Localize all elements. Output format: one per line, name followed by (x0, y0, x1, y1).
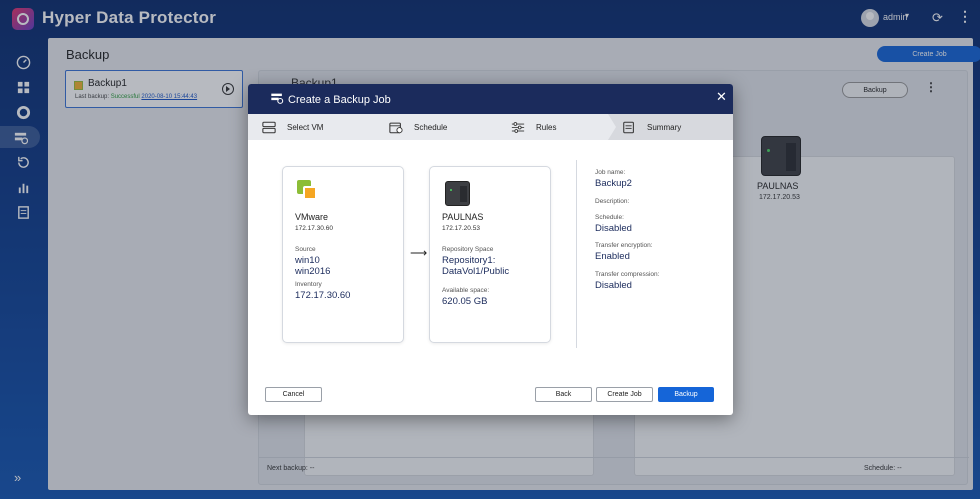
divider (576, 160, 577, 348)
server-icon (262, 121, 276, 133)
inventory-label: Inventory (295, 281, 322, 288)
vmware-icon (297, 180, 323, 206)
destination-ip: 172.17.20.53 (442, 225, 480, 232)
step-label: Rules (536, 122, 557, 132)
backup-icon (271, 93, 284, 104)
repository-value-2: DataVol1/Public (442, 266, 510, 277)
step-label: Schedule (414, 122, 448, 132)
nas-icon (445, 181, 470, 206)
compression-label: Transfer compression: (595, 271, 660, 278)
source-name: VMware (295, 212, 329, 222)
schedule-value: Disabled (595, 223, 632, 234)
calendar-clock-icon (389, 122, 403, 133)
encryption-value: Enabled (595, 251, 630, 262)
destination-card: PAULNAS 172.17.20.53 Repository Space Re… (429, 166, 551, 343)
compression-value: Disabled (595, 280, 632, 291)
create-job-button[interactable]: Create Job (596, 387, 653, 402)
job-name-label: Job name: (595, 169, 626, 176)
source-label: Source (295, 246, 316, 253)
back-button[interactable]: Back (535, 387, 592, 402)
available-space-value: 620.05 GB (442, 296, 488, 307)
source-vm-1: win10 (295, 255, 320, 266)
source-card: VMware 172.17.30.60 Source win10 win2016… (282, 166, 404, 343)
summary-icon (623, 121, 634, 133)
step-label: Select VM (287, 122, 324, 132)
dialog-header: Create a Backup Job ✕ (248, 84, 733, 114)
schedule-label: Schedule: (595, 214, 624, 221)
repository-label: Repository Space (442, 246, 494, 253)
step-label: Summary (647, 122, 682, 132)
create-backup-job-dialog: Create a Backup Job ✕ Select VM Schedule… (248, 84, 733, 415)
source-ip: 172.17.30.60 (295, 225, 333, 232)
encryption-label: Transfer encryption: (595, 242, 653, 249)
dialog-title: Create a Backup Job (288, 94, 391, 106)
source-vm-2: win2016 (295, 266, 331, 277)
wizard-steps: Select VM Schedule Rules Summary (248, 114, 733, 140)
step-select-vm[interactable]: Select VM (262, 114, 323, 140)
job-name-value: Backup2 (595, 178, 632, 189)
step-schedule[interactable]: Schedule (389, 114, 447, 140)
repository-value-1: Repository1: (442, 255, 496, 266)
backup-button[interactable]: Backup (658, 387, 714, 402)
step-summary[interactable]: Summary (622, 114, 681, 140)
cancel-button[interactable]: Cancel (265, 387, 322, 402)
arrow-right-icon: ⟶ (410, 246, 428, 260)
destination-name: PAULNAS (442, 212, 484, 222)
available-space-label: Available space: (442, 287, 490, 294)
close-icon[interactable]: ✕ (716, 89, 727, 105)
sliders-icon (511, 121, 525, 133)
description-label: Description: (595, 198, 630, 205)
inventory-value: 172.17.30.60 (295, 290, 351, 301)
step-rules[interactable]: Rules (511, 114, 556, 140)
